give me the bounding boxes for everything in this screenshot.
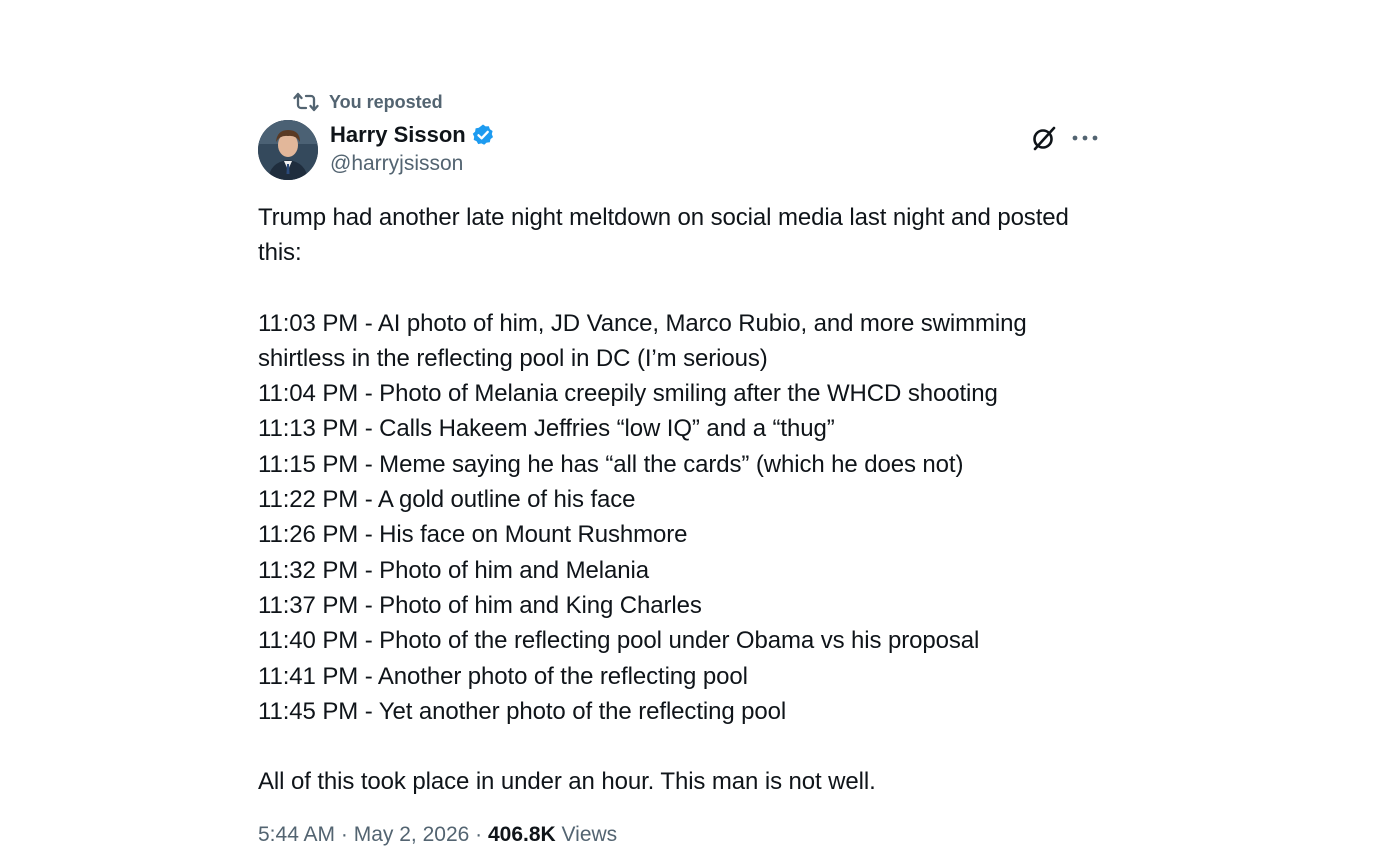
- views-count[interactable]: 406.8K: [488, 823, 556, 846]
- repost-icon: [293, 91, 319, 113]
- grok-icon[interactable]: [1030, 124, 1058, 152]
- tweet-time[interactable]: 5:44 AM: [258, 823, 335, 846]
- timeline-item: 11:32 PM - Photo of him and Melania: [258, 556, 649, 584]
- timeline-item: 11:37 PM - Photo of him and King Charles: [258, 591, 702, 619]
- timeline-item: 11:03 PM - AI photo of him, JD Vance, Ma…: [258, 309, 1034, 372]
- repost-label: You reposted: [329, 91, 443, 112]
- tweet-intro: Trump had another late night meltdown on…: [258, 204, 1076, 267]
- timeline-item: 11:15 PM - Meme saying he has “all the c…: [258, 450, 964, 478]
- tweet-closing: All of this took place in under an hour.…: [258, 768, 876, 796]
- author-handle[interactable]: @harryjsisson: [330, 150, 495, 178]
- tweet-date[interactable]: May 2, 2026: [354, 823, 470, 846]
- timeline-list: 11:03 PM - AI photo of him, JD Vance, Ma…: [258, 306, 1098, 730]
- meta-separator: ·: [335, 823, 354, 847]
- header-actions: [1030, 124, 1100, 152]
- tweet-text: Trump had another late night meltdown on…: [258, 200, 1108, 799]
- timeline-item: 11:22 PM - A gold outline of his face: [258, 486, 636, 514]
- more-icon[interactable]: [1070, 124, 1100, 152]
- verified-badge-icon[interactable]: [471, 123, 495, 147]
- meta-separator: ·: [469, 823, 488, 847]
- tweet-header: Harry Sisson @harryjsisson: [258, 120, 1108, 180]
- avatar[interactable]: [258, 120, 318, 180]
- timeline-item: 11:13 PM - Calls Hakeem Jeffries “low IQ…: [258, 415, 835, 443]
- author-display-name[interactable]: Harry Sisson: [330, 120, 466, 150]
- tweet-meta: 5:44 AM · May 2, 2026 · 406.8K Views: [258, 821, 1108, 849]
- tweet: You reposted Harry Sisson @harryjsisson …: [258, 88, 1108, 849]
- timeline-item: 11:26 PM - His face on Mount Rushmore: [258, 521, 688, 549]
- author-names: Harry Sisson @harryjsisson: [330, 120, 495, 178]
- timeline-item: 11:41 PM - Another photo of the reflecti…: [258, 662, 748, 690]
- author-display-name-row[interactable]: Harry Sisson: [330, 120, 495, 150]
- repost-indicator[interactable]: You reposted: [293, 88, 1108, 116]
- timeline-item: 11:40 PM - Photo of the reflecting pool …: [258, 627, 980, 655]
- timeline-item: 11:04 PM - Photo of Melania creepily smi…: [258, 380, 998, 408]
- views-label[interactable]: Views: [562, 823, 618, 846]
- timeline-item: 11:45 PM - Yet another photo of the refl…: [258, 697, 787, 725]
